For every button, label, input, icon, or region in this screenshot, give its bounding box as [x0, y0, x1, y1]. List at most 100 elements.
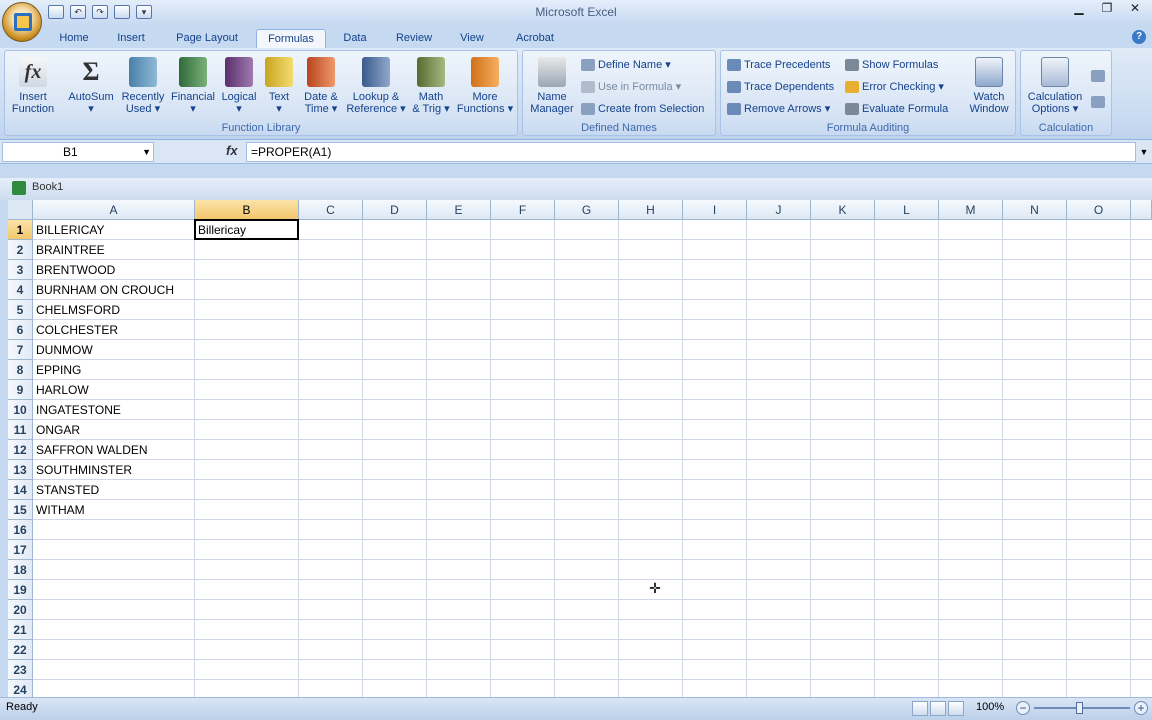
cell-a7[interactable]: DUNMOW	[33, 340, 195, 360]
row-header-14[interactable]: 14	[8, 480, 33, 500]
row-header-2[interactable]: 2	[8, 240, 33, 260]
cell-a1[interactable]: BILLERICAY	[33, 220, 195, 240]
row-header-10[interactable]: 10	[8, 400, 33, 420]
show-formulas-button[interactable]: Show Formulas	[845, 56, 938, 74]
error-checking-button[interactable]: Error Checking ▾	[845, 78, 944, 96]
calculate-sheet-button[interactable]	[1091, 93, 1108, 111]
close-icon[interactable]: ✕	[1122, 0, 1148, 18]
financial-button[interactable]: Financial ▾	[169, 57, 217, 115]
insert-function-button[interactable]: fx Insert Function	[9, 57, 57, 115]
tab-home[interactable]: Home	[52, 29, 96, 48]
normal-view-icon[interactable]	[912, 701, 928, 716]
column-header-l[interactable]: L	[875, 200, 939, 220]
cell-a3[interactable]: BRENTWOOD	[33, 260, 195, 280]
column-header-i[interactable]: I	[683, 200, 747, 220]
zoom-slider-thumb[interactable]	[1076, 702, 1083, 714]
math-trig-button[interactable]: Math & Trig ▾	[407, 57, 455, 115]
column-header-f[interactable]: F	[491, 200, 555, 220]
tab-formulas[interactable]: Formulas	[256, 29, 326, 48]
cell-b1[interactable]: Billericay	[195, 220, 299, 240]
cell-a14[interactable]: STANSTED	[33, 480, 195, 500]
cell-a9[interactable]: HARLOW	[33, 380, 195, 400]
zoom-out-icon[interactable]: −	[1016, 701, 1030, 715]
cell-a4[interactable]: BURNHAM ON CROUCH	[33, 280, 195, 300]
cell-a5[interactable]: CHELMSFORD	[33, 300, 195, 320]
trace-dependents-button[interactable]: Trace Dependents	[727, 78, 834, 96]
remove-arrows-button[interactable]: Remove Arrows ▾	[727, 100, 830, 118]
cell-a13[interactable]: SOUTHMINSTER	[33, 460, 195, 480]
tab-insert[interactable]: Insert	[110, 29, 152, 48]
date-time-button[interactable]: Date & Time ▾	[299, 57, 343, 115]
row-header-1[interactable]: 1	[8, 220, 33, 240]
column-header-d[interactable]: D	[363, 200, 427, 220]
calculate-now-button[interactable]	[1091, 67, 1108, 85]
column-header-j[interactable]: J	[747, 200, 811, 220]
watch-window-button[interactable]: Watch Window	[965, 57, 1013, 115]
expand-formula-bar-icon[interactable]: ▼	[1138, 143, 1150, 161]
help-icon[interactable]: ?	[1132, 30, 1146, 44]
define-name-button[interactable]: Define Name ▾	[581, 56, 671, 74]
row-header-13[interactable]: 13	[8, 460, 33, 480]
name-manager-button[interactable]: Name Manager	[527, 57, 577, 115]
lookup-reference-button[interactable]: Lookup & Reference ▾	[345, 57, 407, 115]
row-header-23[interactable]: 23	[8, 660, 33, 680]
cell-a10[interactable]: INGATESTONE	[33, 400, 195, 420]
office-button[interactable]	[2, 2, 42, 42]
select-all-corner[interactable]	[8, 200, 33, 220]
create-from-selection-button[interactable]: Create from Selection	[581, 100, 704, 118]
row-header-9[interactable]: 9	[8, 380, 33, 400]
row-header-8[interactable]: 8	[8, 360, 33, 380]
column-header-m[interactable]: M	[939, 200, 1003, 220]
cell-a11[interactable]: ONGAR	[33, 420, 195, 440]
tab-view[interactable]: View	[452, 29, 492, 48]
column-header-e[interactable]: E	[427, 200, 491, 220]
chevron-down-icon[interactable]: ▼	[142, 143, 151, 161]
row-header-22[interactable]: 22	[8, 640, 33, 660]
calculation-options-button[interactable]: Calculation Options ▾	[1023, 57, 1087, 115]
name-box[interactable]: B1 ▼	[2, 142, 154, 162]
cell-a2[interactable]: BRAINTREE	[33, 240, 195, 260]
row-header-24[interactable]: 24	[8, 680, 33, 697]
tab-page-layout[interactable]: Page Layout	[168, 29, 246, 48]
row-header-18[interactable]: 18	[8, 560, 33, 580]
row-header-19[interactable]: 19	[8, 580, 33, 600]
row-header-17[interactable]: 17	[8, 540, 33, 560]
row-header-5[interactable]: 5	[8, 300, 33, 320]
row-header-11[interactable]: 11	[8, 420, 33, 440]
row-header-7[interactable]: 7	[8, 340, 33, 360]
cell-a12[interactable]: SAFFRON WALDEN	[33, 440, 195, 460]
zoom-in-icon[interactable]: +	[1134, 701, 1148, 715]
column-header-a[interactable]: A	[33, 200, 195, 220]
column-header-o[interactable]: O	[1067, 200, 1131, 220]
recently-used-button[interactable]: Recently Used ▾	[119, 57, 167, 115]
tab-acrobat[interactable]: Acrobat	[508, 29, 562, 48]
tab-review[interactable]: Review	[390, 29, 438, 48]
row-header-16[interactable]: 16	[8, 520, 33, 540]
minimize-icon[interactable]: ▁	[1066, 0, 1092, 18]
column-header-n[interactable]: N	[1003, 200, 1067, 220]
restore-icon[interactable]: ❐	[1094, 0, 1120, 18]
zoom-level[interactable]: 100%	[976, 701, 1004, 713]
cell-a15[interactable]: WITHAM	[33, 500, 195, 520]
formula-input[interactable]: =PROPER(A1)	[246, 142, 1136, 162]
column-header-h[interactable]: H	[619, 200, 683, 220]
text-button[interactable]: Text ▾	[263, 57, 295, 115]
logical-button[interactable]: Logical ▾	[217, 57, 261, 115]
row-header-12[interactable]: 12	[8, 440, 33, 460]
column-header-b[interactable]: B	[195, 200, 299, 220]
trace-precedents-button[interactable]: Trace Precedents	[727, 56, 830, 74]
column-header-c[interactable]: C	[299, 200, 363, 220]
row-header-4[interactable]: 4	[8, 280, 33, 300]
cell-a6[interactable]: COLCHESTER	[33, 320, 195, 340]
use-in-formula-button[interactable]: Use in Formula ▾	[581, 78, 681, 96]
spreadsheet-grid[interactable]: A B C D E F G H I J K L M N O 1 2 3 4 5 6 7 8 9 10 11 12 13 14 15 16 17…	[8, 200, 1152, 697]
row-header-21[interactable]: 21	[8, 620, 33, 640]
row-header-6[interactable]: 6	[8, 320, 33, 340]
column-header-g[interactable]: G	[555, 200, 619, 220]
row-header-3[interactable]: 3	[8, 260, 33, 280]
tab-data[interactable]: Data	[336, 29, 374, 48]
evaluate-formula-button[interactable]: Evaluate Formula	[845, 100, 948, 118]
page-layout-view-icon[interactable]	[930, 701, 946, 716]
cell-a8[interactable]: EPPING	[33, 360, 195, 380]
fx-icon[interactable]: fx	[226, 143, 238, 158]
